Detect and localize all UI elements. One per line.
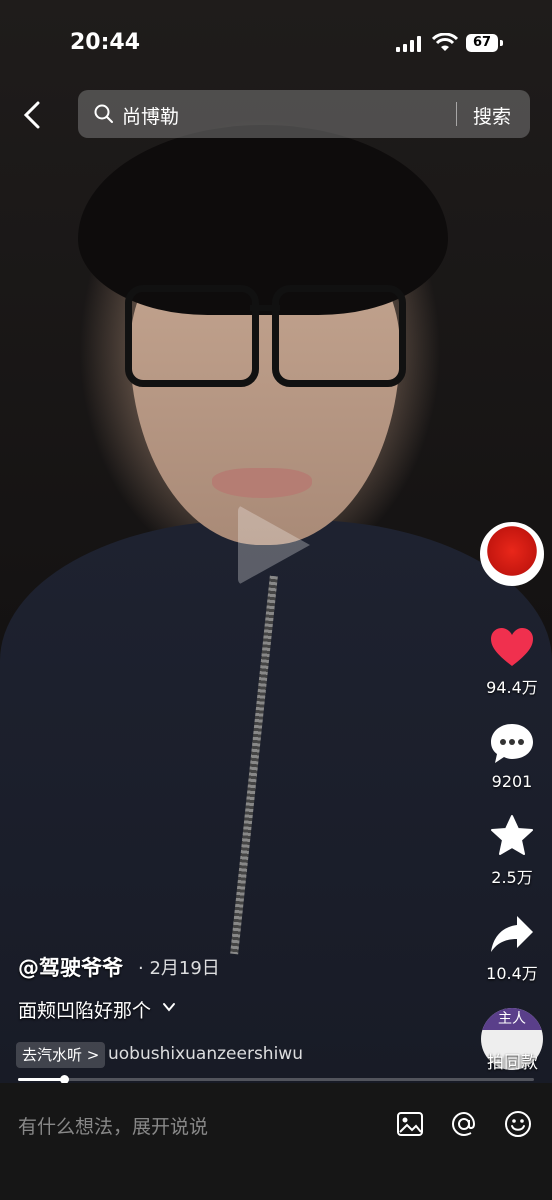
status-time: 20:44 <box>70 30 141 55</box>
use-sound-label[interactable]: 拍同款 <box>487 1048 538 1073</box>
author-avatar[interactable] <box>480 522 544 586</box>
comment-button[interactable]: 9201 <box>476 722 548 791</box>
search-divider <box>456 102 457 126</box>
video-frame-glasses-bridge <box>250 305 280 311</box>
comment-bar <box>0 1083 552 1200</box>
like-button[interactable]: 94.4万 <box>476 626 548 698</box>
music-title: uobushixuanzeershiwu <box>108 1044 303 1064</box>
battery-indicator: 67 <box>466 34 503 52</box>
cellular-signal-icon <box>396 36 421 52</box>
author-name[interactable]: @驾驶爷爷 <box>18 952 123 982</box>
favorite-count: 2.5万 <box>491 868 533 887</box>
at-icon[interactable] <box>450 1110 478 1138</box>
post-description[interactable]: 面颊凹陷好那个 <box>18 996 151 1023</box>
video-player[interactable] <box>0 0 552 1083</box>
search-icon <box>94 104 113 123</box>
status-bar: 20:44 67 <box>0 0 552 80</box>
wifi-icon <box>432 33 458 51</box>
share-button[interactable]: 10.4万 <box>476 914 548 984</box>
share-icon <box>491 916 533 952</box>
play-icon[interactable] <box>238 505 310 585</box>
image-icon[interactable] <box>396 1110 424 1138</box>
video-frame-lips <box>212 468 312 498</box>
comment-count: 9201 <box>491 772 533 791</box>
progress-fill <box>18 1078 65 1081</box>
search-input[interactable]: 尚博勒 <box>122 102 179 129</box>
share-count: 10.4万 <box>486 964 538 983</box>
listen-in-app-button[interactable]: 去汽水听 > <box>16 1042 106 1068</box>
chevron-down-icon[interactable] <box>162 1000 176 1014</box>
post-date: · 2月19日 <box>138 958 220 979</box>
search-bar[interactable]: 尚博勒 搜索 <box>78 90 530 138</box>
search-button[interactable]: 搜索 <box>473 102 511 129</box>
favorite-button[interactable]: 2.5万 <box>476 814 548 888</box>
like-count: 94.4万 <box>486 678 538 697</box>
emoji-icon[interactable] <box>504 1110 532 1138</box>
heart-icon <box>491 628 533 666</box>
video-progress-bar[interactable] <box>18 1075 534 1084</box>
music-tag: 主人 <box>481 1008 543 1030</box>
comment-input[interactable]: 有什么想法，展开说说 <box>18 1112 208 1139</box>
video-frame-glasses-left <box>125 285 259 387</box>
video-frame-glasses-right <box>272 285 406 387</box>
star-icon <box>491 815 533 855</box>
comment-icon <box>491 724 533 763</box>
back-icon[interactable] <box>18 100 48 130</box>
